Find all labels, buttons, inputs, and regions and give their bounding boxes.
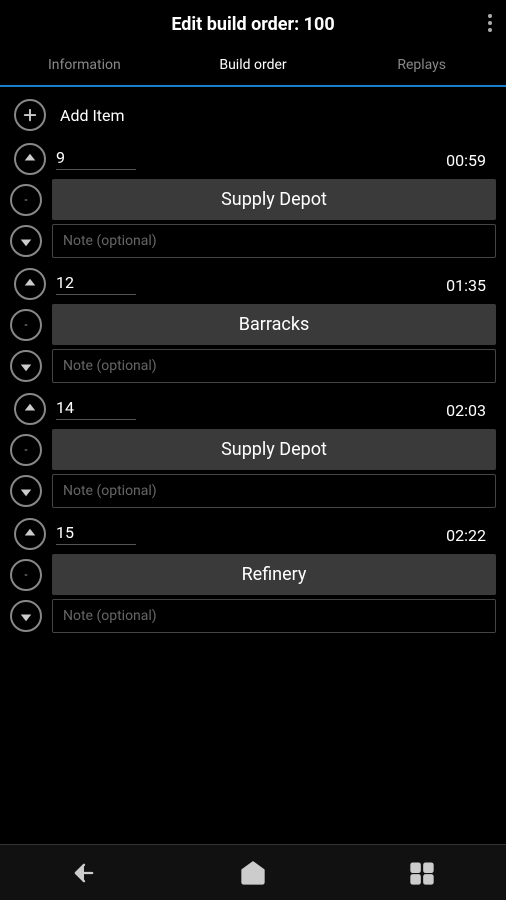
time-val-2: 02:03 — [446, 401, 486, 420]
build-item-row3-0: Note (optional) — [10, 224, 496, 258]
build-item: 9 00:59 Supply Depot — [0, 143, 506, 268]
more-vertical-icon[interactable] — [488, 14, 492, 32]
build-item-row1-1: 12 01:35 — [10, 268, 496, 300]
build-item-row1-0: 9 00:59 — [10, 143, 496, 175]
recents-icon[interactable] — [392, 853, 452, 893]
supply-time-1: 12 01:35 — [56, 273, 496, 295]
building-btn-1[interactable]: Barracks — [52, 304, 496, 345]
build-item-row3-1: Note (optional) — [10, 349, 496, 383]
header-title: Edit build order: 100 — [171, 14, 334, 35]
building-btn-2[interactable]: Supply Depot — [52, 429, 496, 470]
up-arrow-icon-0[interactable] — [14, 143, 46, 175]
build-item: 14 02:03 Supply Depot — [0, 393, 506, 518]
back-icon[interactable] — [54, 853, 114, 893]
note-field-3[interactable]: Note (optional) — [52, 599, 496, 633]
add-icon[interactable] — [14, 99, 46, 131]
home-icon[interactable] — [223, 853, 283, 893]
supply-time-0: 9 00:59 — [56, 148, 496, 170]
bottom-nav — [0, 844, 506, 900]
build-item-row2-3: Refinery — [10, 554, 496, 595]
build-list: 9 00:59 Supply Depot — [0, 143, 506, 643]
build-item-row2-1: Barracks — [10, 304, 496, 345]
build-item: 12 01:35 Barracks — [0, 268, 506, 393]
note-field-2[interactable]: Note (optional) — [52, 474, 496, 508]
supply-num-1: 12 — [56, 273, 136, 295]
minus-icon-0[interactable] — [10, 184, 42, 216]
tab-bar: Information Build order Replays — [0, 45, 506, 87]
build-item-row3-2: Note (optional) — [10, 474, 496, 508]
minus-icon-1[interactable] — [10, 309, 42, 341]
note-field-0[interactable]: Note (optional) — [52, 224, 496, 258]
build-item-row2-0: Supply Depot — [10, 179, 496, 220]
note-field-1[interactable]: Note (optional) — [52, 349, 496, 383]
tab-information[interactable]: Information — [0, 45, 169, 85]
up-arrow-icon-2[interactable] — [14, 393, 46, 425]
down-arrow-icon-1[interactable] — [10, 350, 42, 382]
supply-time-3: 15 02:22 — [56, 523, 496, 545]
up-arrow-icon-1[interactable] — [14, 268, 46, 300]
time-val-1: 01:35 — [446, 276, 486, 295]
supply-num-0: 9 — [56, 148, 136, 170]
content-area: Add Item 9 00:59 — [0, 87, 506, 844]
down-arrow-icon-0[interactable] — [10, 225, 42, 257]
supply-num-2: 14 — [56, 398, 136, 420]
header: Edit build order: 100 — [0, 0, 506, 45]
header-title-prefix: Edit build order: — [171, 14, 303, 35]
build-item-row1-3: 15 02:22 — [10, 518, 496, 550]
supply-time-2: 14 02:03 — [56, 398, 496, 420]
up-arrow-icon-3[interactable] — [14, 518, 46, 550]
build-item-row2-2: Supply Depot — [10, 429, 496, 470]
down-arrow-icon-3[interactable] — [10, 600, 42, 632]
add-item-label: Add Item — [60, 106, 125, 125]
tab-build-order[interactable]: Build order — [169, 45, 338, 87]
building-btn-3[interactable]: Refinery — [52, 554, 496, 595]
time-val-3: 02:22 — [446, 526, 486, 545]
build-item: 15 02:22 Refinery — [0, 518, 506, 643]
build-item-row3-3: Note (optional) — [10, 599, 496, 633]
add-item-row[interactable]: Add Item — [0, 87, 506, 143]
building-btn-0[interactable]: Supply Depot — [52, 179, 496, 220]
minus-icon-3[interactable] — [10, 559, 42, 591]
supply-num-3: 15 — [56, 523, 136, 545]
minus-icon-2[interactable] — [10, 434, 42, 466]
build-item-row1-2: 14 02:03 — [10, 393, 496, 425]
tab-replays[interactable]: Replays — [337, 45, 506, 85]
down-arrow-icon-2[interactable] — [10, 475, 42, 507]
header-title-number: 100 — [304, 14, 335, 35]
time-val-0: 00:59 — [446, 151, 486, 170]
